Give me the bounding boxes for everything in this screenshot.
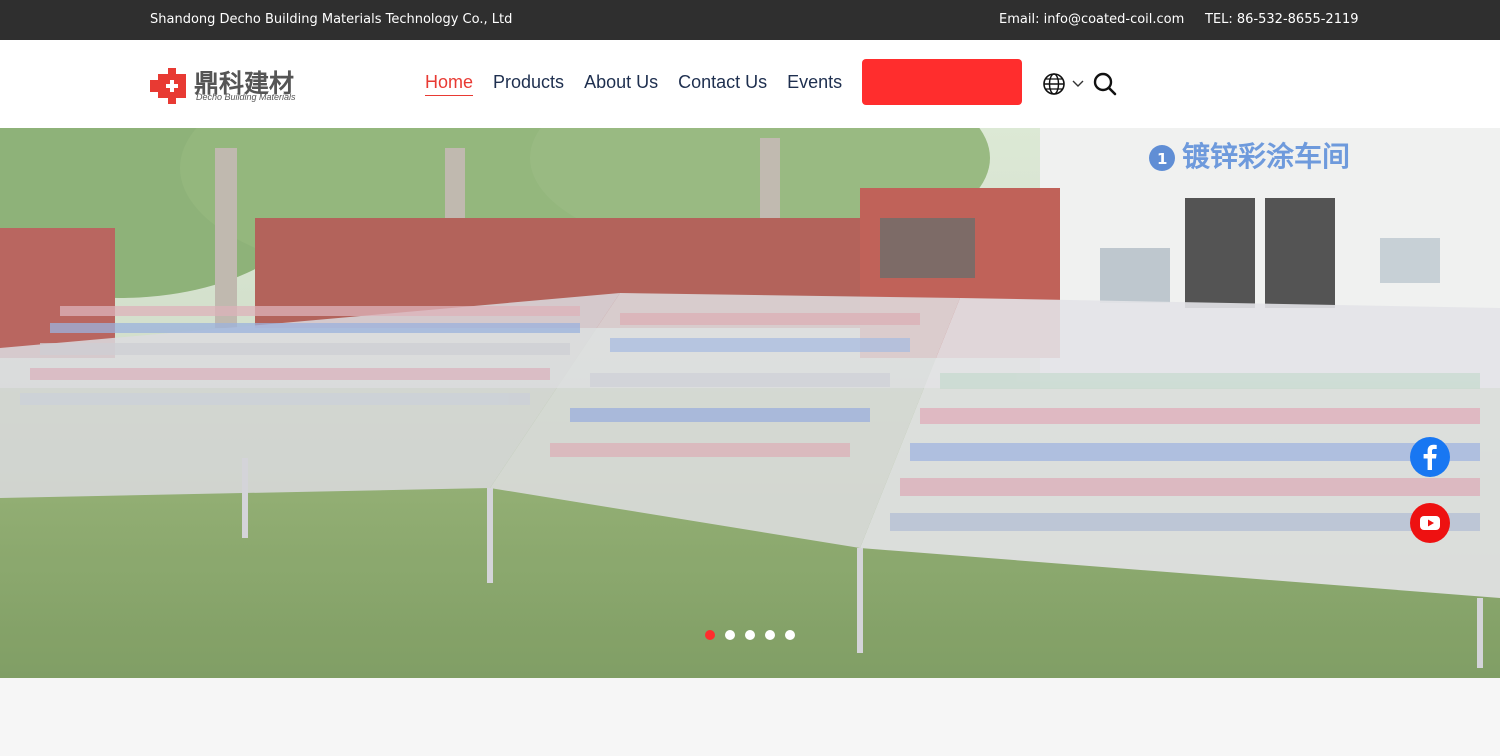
chevron-down-icon[interactable] xyxy=(1071,78,1085,88)
facebook-button[interactable] xyxy=(1410,437,1450,477)
slider-dot-3[interactable] xyxy=(745,630,755,640)
cta-button[interactable] xyxy=(862,59,1022,105)
nav-item-home[interactable]: Home xyxy=(425,72,474,96)
logo[interactable]: 鼎科建材 Decho Building Materials xyxy=(150,64,312,106)
hero-image: 1 镀锌彩涂车间 xyxy=(0,128,1500,678)
content-section xyxy=(0,678,1500,756)
youtube-button[interactable] xyxy=(1410,503,1450,543)
nav-item-events[interactable]: Events xyxy=(787,72,842,96)
slider-dots xyxy=(705,630,795,640)
logo-mark-icon xyxy=(150,68,186,104)
site-header: 鼎科建材 Decho Building Materials Home Produ… xyxy=(0,40,1500,128)
phone-link[interactable]: TEL: 86-532-8655-2119 xyxy=(1205,12,1359,27)
slider-dot-4[interactable] xyxy=(765,630,775,640)
nav-item-about-us[interactable]: About Us xyxy=(584,72,658,96)
globe-icon[interactable] xyxy=(1042,72,1066,96)
slider-dot-5[interactable] xyxy=(785,630,795,640)
hero-banner[interactable]: 1 镀锌彩涂车间 xyxy=(0,128,1500,678)
search-icon[interactable] xyxy=(1092,71,1118,97)
slider-dot-2[interactable] xyxy=(725,630,735,640)
youtube-icon xyxy=(1420,516,1440,530)
logo-english-text: Decho Building Materials xyxy=(196,92,296,102)
email-link[interactable]: Email: info@coated-coil.com xyxy=(999,12,1184,27)
facebook-icon xyxy=(1423,444,1437,470)
slider-dot-1[interactable] xyxy=(705,630,715,640)
nav-item-contact-us[interactable]: Contact Us xyxy=(678,72,767,96)
main-nav: Home Products About Us Contact Us Events xyxy=(425,72,842,96)
top-bar: Shandong Decho Building Materials Techno… xyxy=(0,0,1500,40)
nav-item-products[interactable]: Products xyxy=(493,72,564,96)
company-name: Shandong Decho Building Materials Techno… xyxy=(150,12,513,27)
